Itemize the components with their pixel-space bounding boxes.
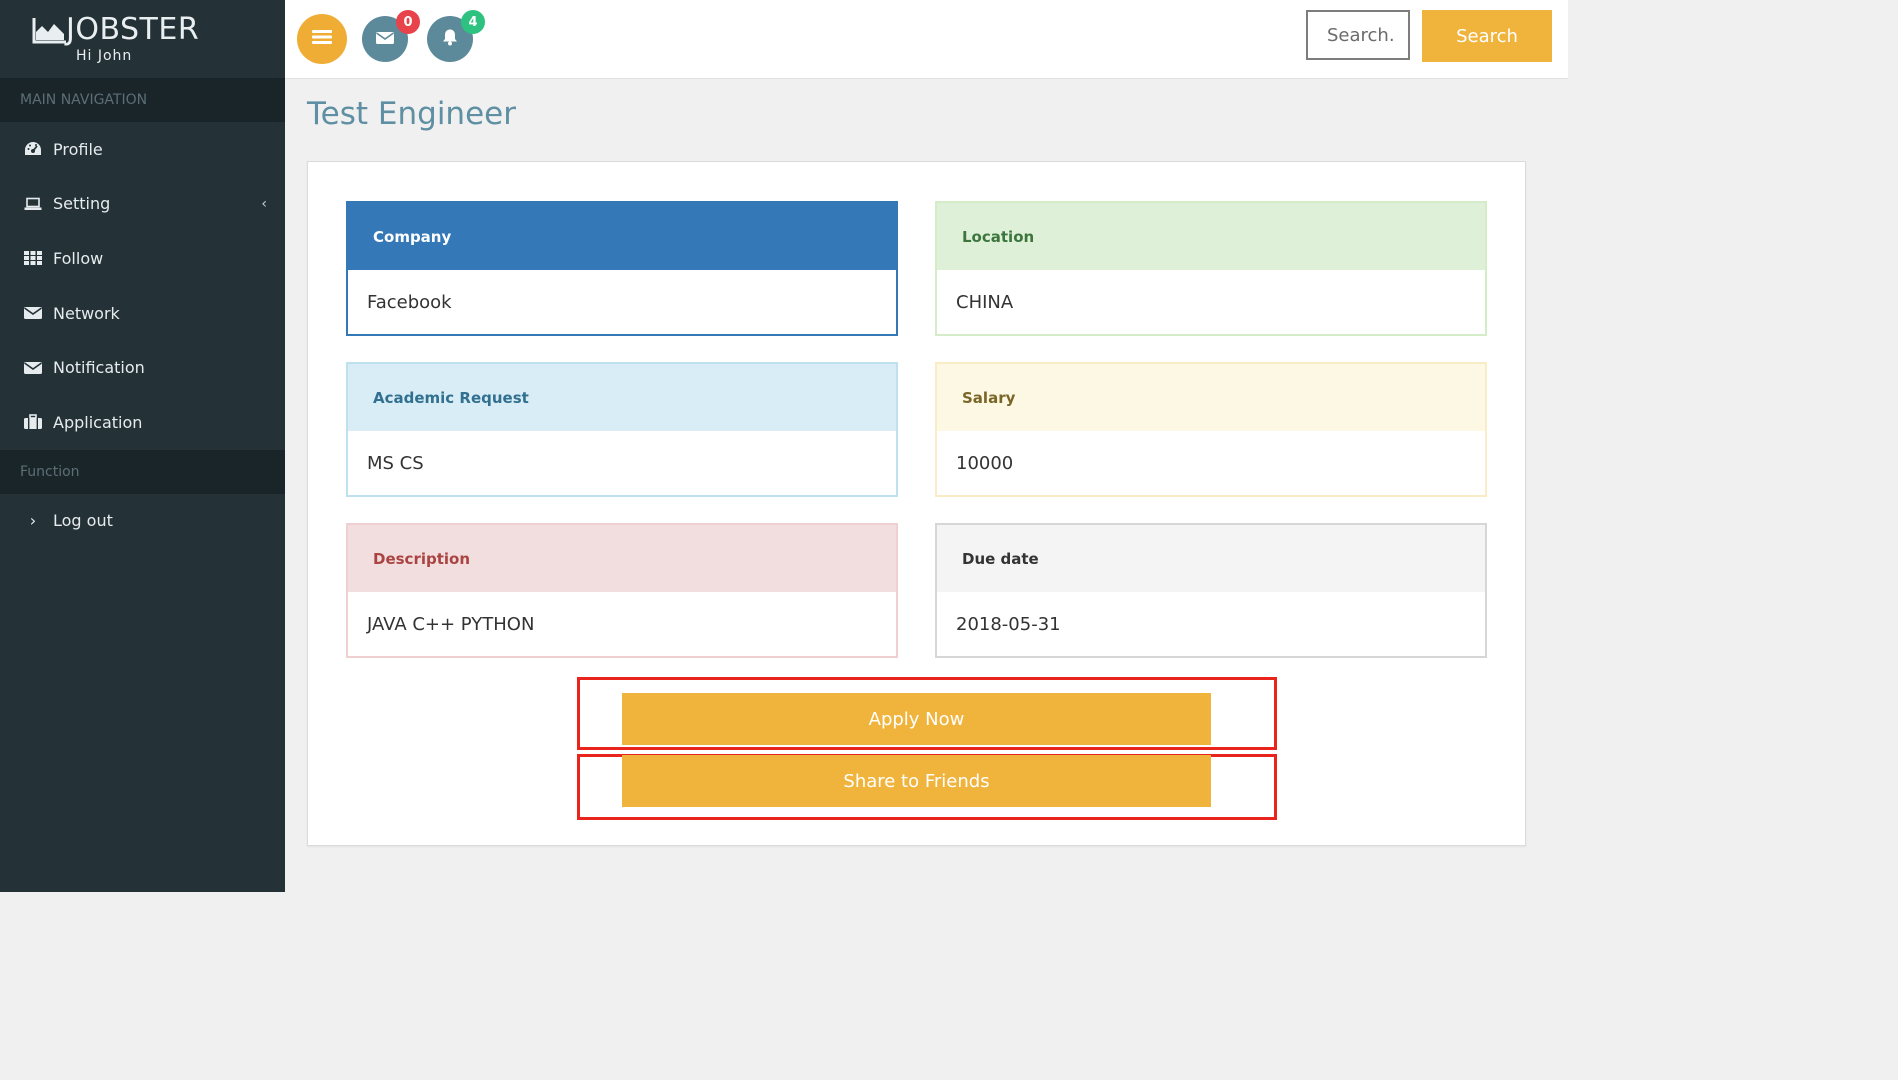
due-date-panel: Due date 2018-05-31 — [935, 523, 1487, 658]
panel-heading: Description — [348, 525, 896, 592]
academic-request-panel: Academic Request MS CS — [346, 362, 898, 497]
panel-heading: Academic Request — [348, 364, 896, 431]
brand-name: JOBSTER — [66, 12, 200, 47]
chevron-right-icon: › — [29, 511, 37, 531]
sidebar-item-label: Follow — [53, 248, 104, 268]
envelope-icon — [24, 359, 42, 377]
sidebar-item-follow[interactable]: Follow — [0, 231, 285, 286]
notifications-button[interactable]: 4 — [427, 10, 485, 62]
panel-value: 2018-05-31 — [956, 613, 1061, 635]
share-to-friends-button[interactable]: Share to Friends — [622, 755, 1211, 807]
search-input[interactable] — [1306, 10, 1410, 60]
messages-count-badge: 0 — [396, 10, 420, 34]
sidebar: JOBSTER Hi John MAIN NAVIGATION Profile … — [0, 0, 285, 892]
sidebar-item-logout[interactable]: › Log out — [0, 494, 285, 549]
sidebar-item-application[interactable]: Application — [0, 395, 285, 450]
sidebar-item-label: Notification — [53, 358, 145, 378]
panel-heading: Company — [348, 203, 896, 270]
panel-value: CHINA — [956, 291, 1014, 313]
top-bar: 0 4 Search — [285, 0, 1568, 79]
panel-heading: Salary — [937, 364, 1485, 431]
salary-panel: Salary 10000 — [935, 362, 1487, 497]
panel-value: JAVA C++ PYTHON — [367, 613, 535, 635]
sidebar-item-network[interactable]: Network — [0, 286, 285, 341]
company-panel: Company Facebook — [346, 201, 898, 336]
envelope-icon — [376, 30, 394, 49]
briefcase-icon — [24, 413, 42, 431]
search-button[interactable]: Search — [1422, 10, 1552, 62]
laptop-icon — [24, 195, 42, 213]
messages-button[interactable]: 0 — [362, 10, 420, 62]
menu-toggle-button[interactable] — [297, 14, 347, 64]
function-header: Function — [0, 449, 285, 494]
envelope-icon — [24, 304, 42, 322]
notifications-count-badge: 4 — [461, 10, 485, 34]
sidebar-item-label: Profile — [53, 139, 103, 159]
brand[interactable]: JOBSTER Hi John — [0, 0, 285, 78]
sidebar-item-profile[interactable]: Profile — [0, 122, 285, 177]
sidebar-item-notification[interactable]: Notification — [0, 340, 285, 395]
sidebar-item-setting[interactable]: Setting ‹ — [0, 177, 285, 232]
panel-heading: Due date — [937, 525, 1485, 592]
sidebar-item-label: Application — [53, 412, 143, 432]
location-panel: Location CHINA — [935, 201, 1487, 336]
hamburger-icon — [312, 29, 332, 49]
user-greeting: Hi John — [76, 48, 133, 64]
apply-now-button[interactable]: Apply Now — [622, 693, 1211, 745]
sidebar-item-label: Network — [53, 303, 120, 323]
grid-icon — [24, 249, 42, 267]
panel-heading: Location — [937, 203, 1485, 270]
description-panel: Description JAVA C++ PYTHON — [346, 523, 898, 658]
panel-value: MS CS — [367, 452, 424, 474]
main-navigation-header: MAIN NAVIGATION — [0, 78, 285, 122]
panel-value: Facebook — [367, 291, 452, 313]
chevron-left-icon[interactable]: ‹ — [261, 196, 267, 212]
mountain-logo-icon — [32, 14, 68, 44]
bell-icon — [441, 28, 459, 50]
sidebar-item-label: Setting — [53, 194, 111, 214]
sidebar-item-label: Log out — [53, 511, 113, 531]
page-title: Test Engineer — [307, 96, 516, 132]
dashboard-icon — [24, 140, 42, 158]
panel-value: 10000 — [956, 452, 1014, 474]
